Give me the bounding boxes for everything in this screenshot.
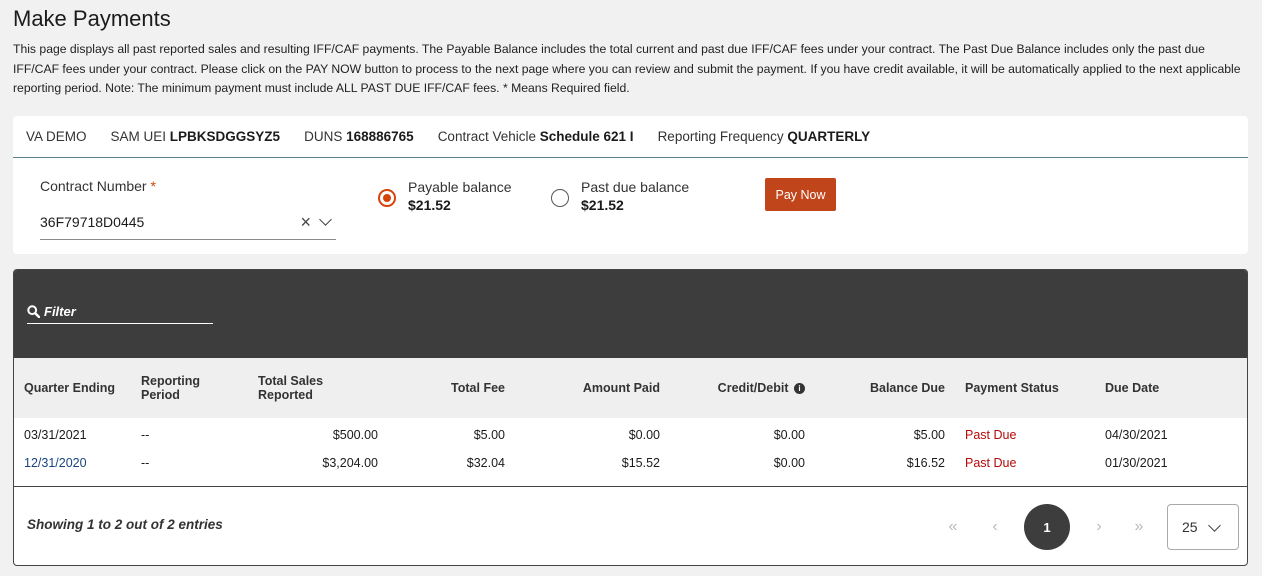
chevron-down-icon[interactable] xyxy=(319,213,332,226)
page-title: Make Payments xyxy=(13,6,171,31)
cell-total-sales: $500.00 xyxy=(332,428,378,442)
payable-balance-amount: $21.52 xyxy=(408,197,451,213)
reporting-frequency-value: QUARTERLY xyxy=(787,129,871,144)
cell-credit-debit: $0.00 xyxy=(773,456,805,470)
entries-summary: Showing 1 to 2 out of 2 entries xyxy=(27,517,223,532)
duns: DUNS 168886765 xyxy=(304,129,414,144)
grid-footer: Showing 1 to 2 out of 2 entries « ‹ 1 › … xyxy=(14,486,1247,565)
first-page-button[interactable]: « xyxy=(938,504,968,550)
filter-box[interactable] xyxy=(27,300,213,324)
sam-uei-value: LPBKSDGGSYZ5 xyxy=(169,129,281,144)
contract-vehicle: Contract Vehicle Schedule 621 I xyxy=(438,129,634,144)
last-page-button[interactable]: » xyxy=(1124,504,1154,550)
contract-info-bar: VA DEMO SAM UEI LPBKSDGGSYZ5 DUNS 168886… xyxy=(13,116,1248,158)
reporting-frequency: Reporting Frequency QUARTERLY xyxy=(658,129,871,144)
vendor-name: VA DEMO xyxy=(26,129,87,144)
col-total-fee[interactable]: Total Fee xyxy=(388,358,515,418)
payments-table: Quarter Ending Reporting Period Total Sa… xyxy=(14,358,1247,478)
duns-value: 168886765 xyxy=(346,129,414,144)
contract-vehicle-value: Schedule 621 I xyxy=(539,129,634,144)
contract-number-select[interactable]: 36F79718D0445 × xyxy=(40,204,336,240)
reporting-frequency-label: Reporting Frequency xyxy=(657,129,784,144)
table-row: 12/31/2020 -- $3,204.00 $32.04 $15.52 $0… xyxy=(14,448,1247,478)
table-header-row: Quarter Ending Reporting Period Total Sa… xyxy=(14,358,1247,418)
contract-number-value[interactable]: 36F79718D0445 xyxy=(40,214,300,230)
cell-reporting-period: -- xyxy=(141,428,150,442)
sam-uei: SAM UEI LPBKSDGGSYZ5 xyxy=(111,129,281,144)
payable-balance-option[interactable]: Payable balance $21.52 xyxy=(378,178,512,214)
col-reporting-period[interactable]: Reporting Period xyxy=(131,358,248,418)
cell-quarter-ending: 03/31/2021 xyxy=(24,428,87,442)
pay-now-button[interactable]: Pay Now xyxy=(765,178,836,211)
cell-total-sales: $3,204.00 xyxy=(322,456,378,470)
col-balance-due[interactable]: Balance Due xyxy=(815,358,955,418)
previous-page-button[interactable]: ‹ xyxy=(980,504,1010,550)
cell-reporting-period: -- xyxy=(141,456,150,470)
col-credit-debit[interactable]: Credit/Debit i xyxy=(670,358,815,418)
page-1-button[interactable]: 1 xyxy=(1024,504,1070,550)
grid-toolbar xyxy=(14,270,1247,358)
cell-due-date: 01/30/2021 xyxy=(1105,456,1168,470)
cell-amount-paid: $0.00 xyxy=(628,428,660,442)
col-due-date[interactable]: Due Date xyxy=(1095,358,1247,418)
cell-payment-status: Past Due xyxy=(965,456,1017,470)
table-row: 03/31/2021 -- $500.00 $5.00 $0.00 $0.00 … xyxy=(14,418,1247,448)
cell-balance-due: $16.52 xyxy=(906,456,945,470)
cell-total-fee: $32.04 xyxy=(466,456,505,470)
duns-label: DUNS xyxy=(304,129,343,144)
cell-due-date: 04/30/2021 xyxy=(1105,428,1168,442)
cell-total-fee: $5.00 xyxy=(473,428,505,442)
search-icon xyxy=(27,305,40,318)
col-amount-paid[interactable]: Amount Paid xyxy=(515,358,670,418)
contract-number-label: Contract Number * xyxy=(40,178,156,194)
col-total-sales[interactable]: Total Sales Reported xyxy=(248,358,388,418)
past-due-balance-amount: $21.52 xyxy=(581,197,624,213)
required-marker: * xyxy=(150,178,156,194)
past-due-balance-radio[interactable] xyxy=(551,189,569,207)
filter-input[interactable] xyxy=(44,304,204,319)
page-size-select[interactable]: 25 xyxy=(1167,504,1239,550)
cell-balance-due: $5.00 xyxy=(913,428,945,442)
clear-icon[interactable]: × xyxy=(300,213,311,231)
cell-quarter-ending-link[interactable]: 12/31/2020 xyxy=(14,448,131,478)
col-credit-debit-label: Credit/Debit xyxy=(717,381,789,395)
col-payment-status[interactable]: Payment Status xyxy=(955,358,1095,418)
next-page-button[interactable]: › xyxy=(1084,504,1114,550)
contract-vehicle-label: Contract Vehicle xyxy=(437,129,536,144)
past-due-balance-label: Past due balance xyxy=(581,179,690,195)
chevron-down-icon xyxy=(1207,518,1221,532)
payable-balance-label: Payable balance xyxy=(408,179,512,195)
page-description: This page displays all past reported sal… xyxy=(13,42,1241,95)
sam-uei-label: SAM UEI xyxy=(110,129,167,144)
page-size-value: 25 xyxy=(1182,519,1198,535)
payments-grid: Quarter Ending Reporting Period Total Sa… xyxy=(13,269,1248,566)
payable-balance-radio[interactable] xyxy=(378,189,396,207)
cell-payment-status: Past Due xyxy=(965,428,1017,442)
info-icon[interactable]: i xyxy=(794,383,805,395)
cell-amount-paid: $15.52 xyxy=(621,456,660,470)
col-quarter-ending[interactable]: Quarter Ending xyxy=(14,358,131,418)
contract-number-label-text: Contract Number xyxy=(40,178,147,194)
contract-info-card: VA DEMO SAM UEI LPBKSDGGSYZ5 DUNS 168886… xyxy=(13,116,1248,254)
cell-credit-debit: $0.00 xyxy=(773,428,805,442)
past-due-balance-option[interactable]: Past due balance $21.52 xyxy=(551,178,689,214)
